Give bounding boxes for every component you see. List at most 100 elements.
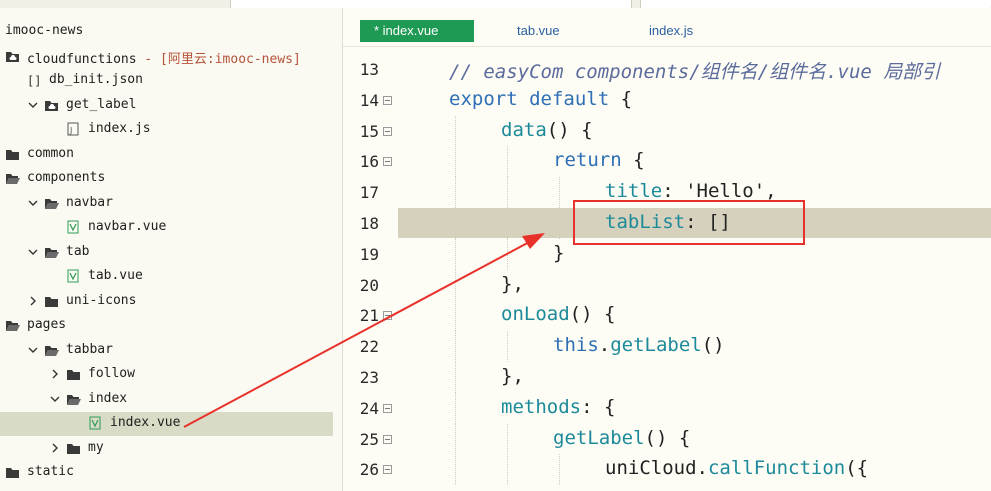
code-editor[interactable]: * index.vue tab.vue index.js 13 // easyCom … <box>343 8 991 491</box>
indent-guide <box>455 146 456 178</box>
folder-open-icon <box>5 318 20 332</box>
tree-item-label: static <box>27 464 74 479</box>
code-line[interactable]: 21 onLoad() { <box>343 300 991 332</box>
code-token: data <box>501 118 547 141</box>
tree-item-label: navbar <box>66 194 113 210</box>
chevron-down-icon[interactable] <box>27 245 39 259</box>
folder-icon <box>5 465 20 479</box>
line-number: 19 <box>359 244 379 264</box>
tree-item-components[interactable]: components <box>0 167 333 191</box>
code-line[interactable]: 18 tabList: [] <box>343 208 991 239</box>
line-number: 18 <box>359 214 379 233</box>
code-line[interactable]: 20}, <box>343 269 991 301</box>
tree-item-uni-icons[interactable]: uni-icons <box>0 290 333 314</box>
code-text: return { <box>553 149 645 171</box>
chevron-down-icon[interactable] <box>49 392 61 406</box>
code-token: { <box>621 149 645 172</box>
fold-toggle-icon[interactable] <box>383 311 392 321</box>
tree-item-tab-vue[interactable]: tab.vue <box>0 265 333 289</box>
code-line[interactable]: 26 uniCloud.callFunction({ <box>343 454 991 486</box>
code-text: }, <box>501 273 524 295</box>
fold-toggle-icon[interactable] <box>383 434 392 444</box>
tree-item-get-label[interactable]: get_label <box>0 94 333 118</box>
code-text: export default { <box>449 88 632 110</box>
code-token: uniCloud. <box>605 457 708 480</box>
code-line[interactable]: 16 return { <box>343 146 991 178</box>
tree-item-pages[interactable]: pages <box>0 314 333 338</box>
line-number: 23 <box>359 368 379 387</box>
code-line[interactable]: 13 // easyCom components/组件名/组件名.vue 局部引 <box>343 54 991 85</box>
chevron-right-icon[interactable] <box>27 294 39 308</box>
code-line[interactable]: 22 this.getLabel() <box>343 331 991 363</box>
line-number: 22 <box>359 337 379 357</box>
tree-item-index-js[interactable]: Jindex.js <box>0 118 333 142</box>
folder-icon <box>44 294 59 308</box>
tree-item-imooc-news[interactable]: imooc-news <box>0 20 333 44</box>
indent-guide <box>455 392 456 424</box>
line-number: 26 <box>359 460 379 480</box>
code-token: : [] <box>685 211 731 233</box>
tree-item-index-vue[interactable]: index.vue <box>0 412 333 436</box>
tab-index-vue[interactable]: * index.vue <box>360 20 474 42</box>
tree-item-label: common <box>27 145 74 161</box>
tree-item-label: tab.vue <box>88 268 143 283</box>
tree-item-label: follow <box>88 366 135 381</box>
fold-toggle-icon[interactable] <box>383 403 392 413</box>
tree-item-cloudfunctions[interactable]: cloudfunctions - [阿里云:imooc-news] <box>0 45 333 69</box>
tree-item-label: navbar.vue <box>88 219 167 234</box>
code-token: callFunction <box>707 457 846 480</box>
folder-icon <box>5 147 20 161</box>
tree-item-label: index <box>88 390 128 406</box>
fold-toggle-icon[interactable] <box>383 157 392 167</box>
code-line[interactable]: 14 export default { <box>343 85 991 116</box>
code-line[interactable]: 25 getLabel() { <box>343 423 991 455</box>
tree-item-navbar[interactable]: navbar <box>0 192 333 216</box>
code-token: ({ <box>845 457 869 480</box>
code-token: . <box>598 334 611 357</box>
fold-toggle-icon[interactable] <box>383 126 392 136</box>
indent-guide <box>455 238 456 270</box>
indent-guide <box>507 423 508 455</box>
tree-item-navbar-vue[interactable]: navbar.vue <box>0 216 333 240</box>
tree-item-db-init-json[interactable]: [] db_init.json <box>0 69 333 93</box>
tree-item-label: imooc-news <box>5 23 84 38</box>
code-line[interactable]: 24 methods: { <box>343 392 991 424</box>
chevron-down-icon[interactable] <box>27 98 39 112</box>
tree-item-label: get_label <box>66 96 137 112</box>
chevron-down-icon[interactable] <box>27 343 39 357</box>
code-text: data() { <box>501 119 593 141</box>
tree-item-my[interactable]: my <box>0 437 333 461</box>
tab-tab-vue[interactable]: tab.vue <box>517 20 560 42</box>
tree-item-index[interactable]: index <box>0 388 333 412</box>
code-text: }, <box>501 365 524 387</box>
indent-guide <box>455 208 456 239</box>
code-token: : 'Hello', <box>662 180 777 203</box>
code-line[interactable]: 15 data() { <box>343 115 991 147</box>
code-token: tabList <box>605 211 686 233</box>
chevron-right-icon[interactable] <box>49 367 61 381</box>
vue-file-icon <box>66 269 81 283</box>
line-number: 17 <box>359 183 379 203</box>
code-line[interactable]: 23}, <box>343 362 991 393</box>
cloud-provider-tag: - [阿里云:imooc-news] <box>136 51 301 67</box>
tree-item-label: cloudfunctions - [阿里云:imooc-news] <box>27 51 301 67</box>
folder-open-icon <box>44 245 59 259</box>
tree-item-label: my <box>88 439 104 455</box>
tree-item-static[interactable]: static <box>0 461 333 485</box>
tree-item-common[interactable]: common <box>0 143 333 167</box>
tree-item-tabbar[interactable]: tabbar <box>0 339 333 363</box>
chevron-right-icon[interactable] <box>49 441 61 455</box>
code-text: tabList: [] <box>605 211 731 233</box>
chevron-down-icon[interactable] <box>27 196 39 210</box>
code-line[interactable]: 17 title: 'Hello', <box>343 177 991 209</box>
code-line[interactable]: 19} <box>343 238 991 270</box>
tree-item-follow[interactable]: follow <box>0 363 333 387</box>
tree-item-tab[interactable]: tab <box>0 241 333 265</box>
tab-index-js[interactable]: index.js <box>649 20 693 42</box>
fold-toggle-icon[interactable] <box>383 95 392 105</box>
fold-toggle-icon[interactable] <box>383 465 392 475</box>
line-number: 25 <box>359 429 379 449</box>
indent-guide <box>455 331 456 363</box>
tree-item-label: tabbar <box>66 341 113 357</box>
code-token: : { <box>581 395 616 418</box>
